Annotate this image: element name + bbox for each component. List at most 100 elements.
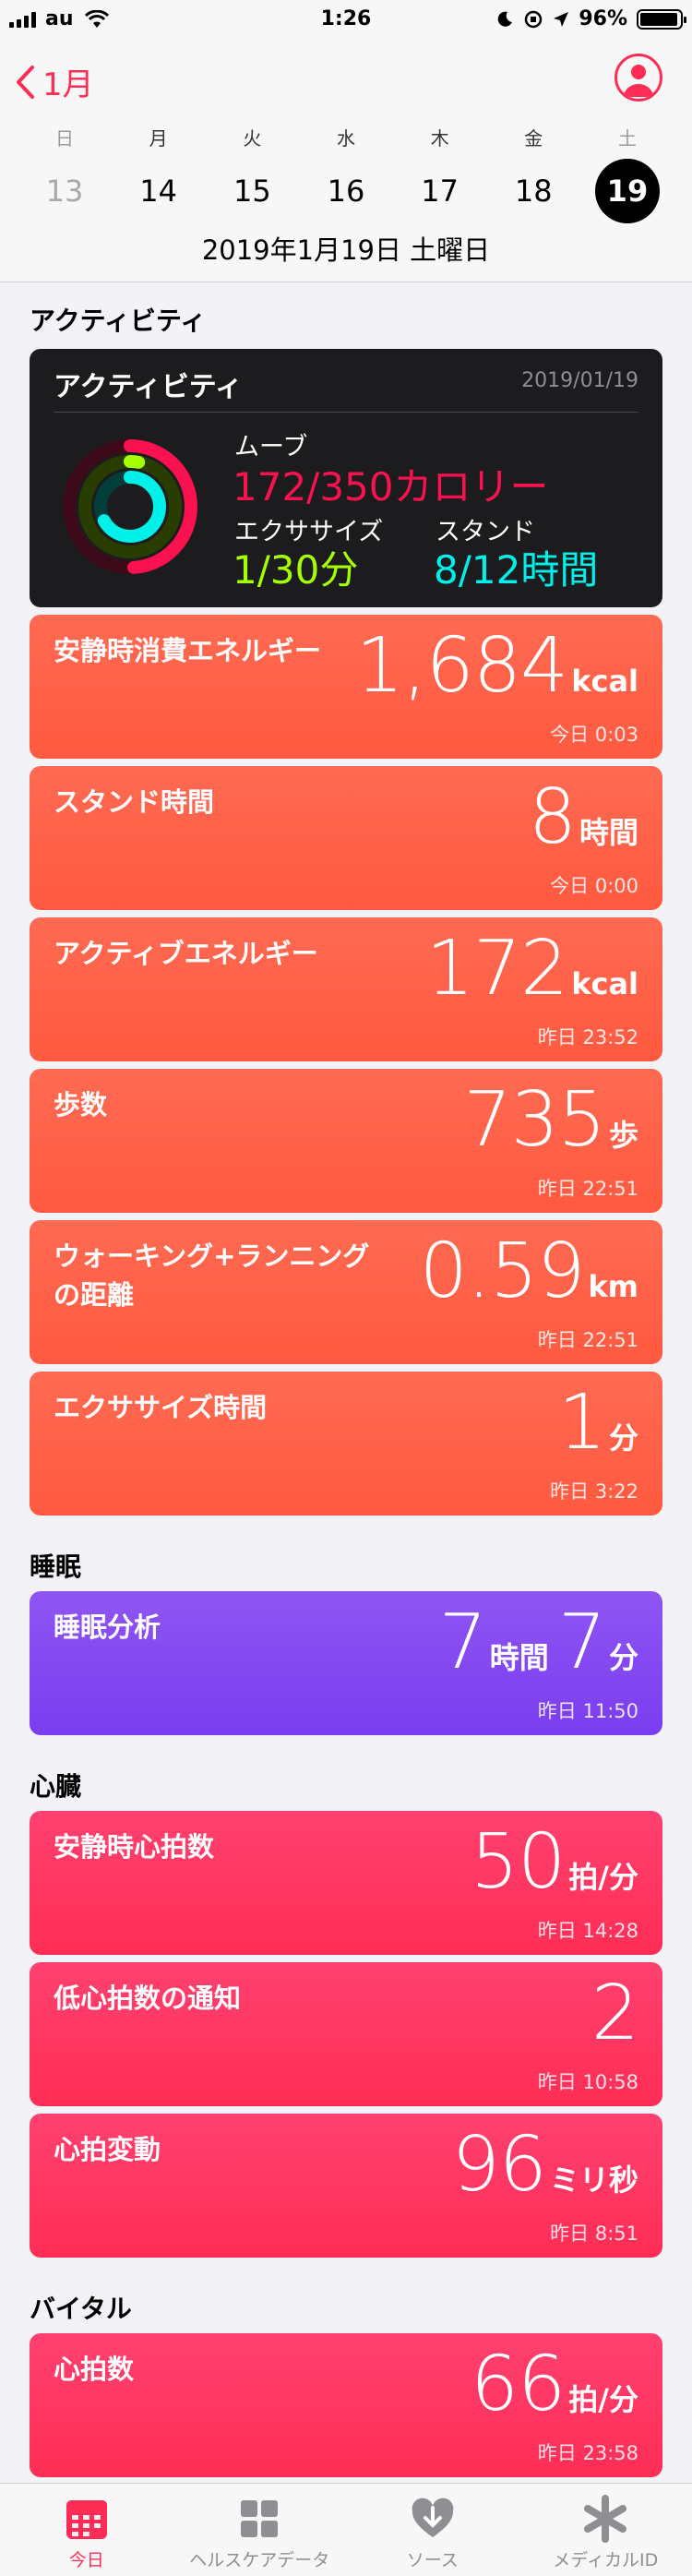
card-value: 8 時間: [529, 773, 638, 861]
value-unit: 分: [608, 1420, 638, 1456]
value-number: 0.59: [419, 1228, 586, 1315]
card-value: 735 歩: [463, 1076, 638, 1164]
card-timestamp: 昨日 22:51: [537, 1178, 638, 1200]
value-number: 50: [470, 1818, 566, 1906]
date-day[interactable]: 16: [300, 159, 392, 223]
card-timestamp: 昨日 23:58: [537, 2442, 638, 2464]
card-timestamp: 昨日 11:50: [537, 1700, 638, 1722]
card-value: 66 拍/分: [471, 2341, 638, 2428]
date-day[interactable]: 17: [394, 159, 486, 223]
tab-sources[interactable]: ソース: [346, 2484, 519, 2576]
exercise-value: 1/30分: [233, 547, 359, 593]
tab-label: ソース: [406, 2550, 459, 2570]
value-number: 7: [557, 1599, 606, 1686]
full-date-label: 2019年1月19日 土曜日: [201, 234, 491, 266]
walking-distance-card[interactable]: ウォーキング+ランニング の距離 0.59 km 昨日 22:51: [30, 1220, 662, 1364]
card-title: 低心拍数の通知: [54, 1983, 242, 2014]
moon-icon: [498, 11, 513, 27]
activity-summary-card[interactable]: アクティビティ 2019/01/19 ムーブ 172/350カロリー エクササイ…: [30, 349, 662, 607]
section-title-heart: 心臓: [30, 1771, 82, 1802]
low-heart-rate-notice-card[interactable]: 低心拍数の通知 2 昨日 10:58: [30, 1962, 662, 2106]
date-day[interactable]: 14: [113, 159, 205, 223]
value-unit: kcal: [571, 664, 638, 699]
value-unit: 分: [608, 1640, 638, 1675]
date-number: 19: [594, 159, 660, 223]
value-number: 1,684: [355, 622, 568, 710]
card-title: 歩数: [54, 1089, 108, 1120]
value-unit: 拍/分: [568, 2382, 638, 2417]
resting-energy-card[interactable]: 安静時消費エネルギー 1,684 kcal 今日 0:03: [30, 615, 662, 759]
tab-label: 今日: [68, 2550, 104, 2570]
date-number: 15: [233, 174, 271, 209]
back-button[interactable]: 1月: [15, 59, 94, 104]
card-timestamp: 昨日 8:51: [550, 2223, 638, 2245]
card-title: 心拍数: [54, 2354, 135, 2385]
steps-card[interactable]: 歩数 735 歩 昨日 22:51: [30, 1069, 662, 1213]
sleep-analysis-card[interactable]: 睡眠分析 7 時間 7分 昨日 11:50: [30, 1591, 662, 1735]
card-timestamp: 昨日 23:52: [537, 1026, 638, 1048]
section-title-vitals: バイタル: [30, 2294, 132, 2324]
value-number: 8: [528, 773, 577, 861]
date-number: 16: [327, 174, 365, 209]
profile-button[interactable]: [614, 54, 662, 102]
weekday-label: 日: [55, 127, 74, 150]
card-value: 7 時間 7分: [439, 1599, 638, 1686]
card-title-line: の距離: [54, 1279, 135, 1311]
card-value: 50 拍/分: [471, 1818, 638, 1906]
card-timestamp: 昨日 14:28: [537, 1920, 638, 1942]
battery-icon: [637, 8, 686, 30]
value-number: 96: [451, 2121, 547, 2209]
date-number: 18: [514, 174, 553, 209]
card-title-line: ウォーキング+ランニング: [54, 1240, 370, 1272]
value-number: 172: [425, 925, 569, 1012]
tab-health-data[interactable]: ヘルスケアデータ: [173, 2484, 347, 2576]
resting-heart-rate-card[interactable]: 安静時心拍数 50 拍/分 昨日 14:28: [30, 1811, 662, 1955]
card-title: 睡眠分析: [54, 1611, 161, 1643]
tab-label: ヘルスケアデータ: [189, 2550, 330, 2570]
asterisk-icon: [584, 2495, 627, 2543]
date-day-selected[interactable]: 19: [581, 159, 674, 223]
card-value: 0.59 km: [420, 1228, 638, 1315]
exercise-time-card[interactable]: エクササイズ時間 1分 昨日 3:22: [30, 1372, 662, 1516]
weekday-label: 水: [336, 127, 355, 150]
divider: [54, 412, 638, 413]
weekday-label: 月: [149, 127, 168, 150]
tab-medical-id[interactable]: メディカルID: [519, 2484, 692, 2576]
value-unit: ミリ秒: [549, 2163, 638, 2198]
person-icon: [624, 65, 653, 97]
value-number: 7: [438, 1599, 487, 1686]
card-title: スタンド時間: [54, 786, 215, 818]
card-timestamp: 昨日 22:51: [537, 1329, 638, 1351]
tab-today[interactable]: 今日: [0, 2484, 173, 2576]
date-number: 14: [139, 174, 178, 209]
active-energy-card[interactable]: アクティブエネルギー 172 kcal 昨日 23:52: [30, 917, 662, 1061]
card-title: 安静時心拍数: [54, 1831, 215, 1863]
grid-icon: [241, 2500, 279, 2537]
value-number: 1: [557, 1379, 606, 1467]
date-number: 13: [45, 174, 84, 209]
tab-bar: 今日 ヘルスケアデータ ソース メディカルID: [0, 2483, 692, 2576]
date-number: 17: [421, 174, 459, 209]
stand-hours-card[interactable]: スタンド時間 8 時間 今日 0:00: [30, 766, 662, 910]
back-label: 1月: [42, 66, 94, 103]
date-day[interactable]: 18: [487, 159, 579, 223]
heart-rate-card[interactable]: 心拍数 66 拍/分 昨日 23:58: [30, 2333, 662, 2477]
card-timestamp: 昨日 10:58: [537, 2071, 638, 2093]
value-unit: 歩: [608, 1118, 638, 1153]
weekday-label: 土: [617, 127, 637, 150]
orientation-lock-icon: [525, 10, 543, 28]
section-title-sleep: 睡眠: [30, 1552, 82, 1582]
card-title: アクティブエネルギー: [54, 938, 318, 969]
date-header: 1月 日 月 火 水 木 金 土 13 14 15 16 17 18 19 20…: [0, 41, 692, 282]
date-row: 13 14 15 16 17 18 19: [18, 159, 674, 223]
weekday-label: 金: [524, 127, 543, 150]
card-title: 安静時消費エネルギー: [54, 635, 322, 666]
date-day[interactable]: 15: [206, 159, 298, 223]
battery-fill: [640, 12, 678, 26]
activity-card-date: 2019/01/19: [521, 369, 638, 392]
activity-card-title: アクティビティ: [54, 371, 243, 403]
card-value: 96 ミリ秒: [452, 2121, 638, 2209]
stand-value: 8/12時間: [434, 547, 599, 593]
date-day[interactable]: 13: [18, 159, 111, 223]
heart-rate-variability-card[interactable]: 心拍変動 96 ミリ秒 昨日 8:51: [30, 2114, 662, 2258]
